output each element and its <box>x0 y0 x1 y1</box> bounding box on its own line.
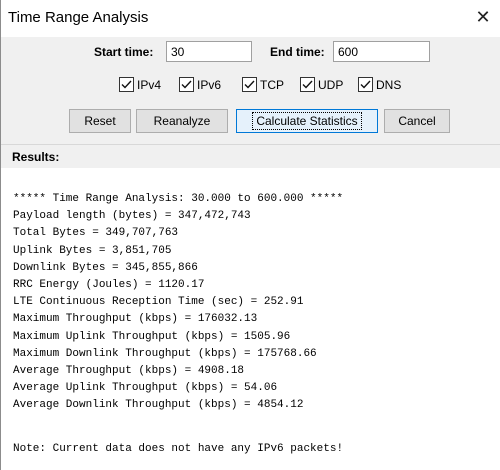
reset-button-label: Reset <box>84 114 116 128</box>
result-line: Average Throughput (kbps) = 4908.18 <box>13 364 245 377</box>
dialog-title: Time Range Analysis <box>8 9 149 26</box>
start-time-input[interactable] <box>166 41 252 62</box>
result-line: Average Downlink Throughput (kbps) = 485… <box>13 399 304 412</box>
result-line: ***** Time Range Analysis: 30.000 to 600… <box>13 193 344 205</box>
end-time-label: End time: <box>270 45 325 59</box>
filter-label: IPv6 <box>197 77 222 92</box>
checkbox-box[interactable] <box>300 77 315 92</box>
controls-panel: Start time: End time: IPv4IPv6TCPUDPDNS … <box>1 37 500 144</box>
filter-label: DNS <box>376 77 402 92</box>
start-time-label: Start time: <box>94 45 154 59</box>
title-bar: Time Range Analysis ✕ <box>1 0 500 37</box>
result-line: Downlink Bytes = 345,855,866 <box>13 261 198 274</box>
results-label: Results: <box>12 150 60 164</box>
checkmark-icon <box>360 80 371 89</box>
reanalyze-button[interactable]: Reanalyze <box>136 109 228 133</box>
end-time-input[interactable] <box>333 41 430 62</box>
time-range-analysis-dialog: Time Range Analysis ✕ Start time: End ti… <box>0 0 500 470</box>
result-line: Average Uplink Throughput (kbps) = 54.06 <box>13 382 278 395</box>
filter-dns-checkbox[interactable]: DNS <box>358 77 401 92</box>
checkbox-box[interactable] <box>242 77 257 92</box>
result-line: Maximum Downlink Throughput (kbps) = 175… <box>13 347 317 360</box>
filter-ipv4-checkbox[interactable]: IPv4 <box>119 77 161 92</box>
result-line: Payload length (bytes) = 347,472,743 <box>13 210 251 223</box>
reset-button[interactable]: Reset <box>69 109 131 133</box>
result-line: RRC Energy (Joules) = 1120.17 <box>13 278 205 291</box>
checkmark-icon <box>121 80 132 89</box>
cancel-button-label: Cancel <box>398 114 436 128</box>
results-output: ***** Time Range Analysis: 30.000 to 600… <box>13 191 496 414</box>
close-button[interactable]: ✕ <box>472 6 494 28</box>
result-line: Maximum Uplink Throughput (kbps) = 1505.… <box>13 330 291 343</box>
result-line: Maximum Throughput (kbps) = 176032.13 <box>13 313 258 326</box>
checkbox-box[interactable] <box>179 77 194 92</box>
filter-tcp-checkbox[interactable]: TCP <box>242 77 284 92</box>
filter-udp-checkbox[interactable]: UDP <box>300 77 343 92</box>
filter-label: IPv4 <box>137 77 162 92</box>
results-header: Results: <box>1 144 500 168</box>
checkmark-icon <box>302 80 313 89</box>
filter-ipv6-checkbox[interactable]: IPv6 <box>179 77 221 92</box>
cancel-button[interactable]: Cancel <box>384 109 450 133</box>
filter-label: TCP <box>260 77 284 92</box>
close-icon: ✕ <box>475 6 491 27</box>
result-line: Total Bytes = 349,707,763 <box>13 227 179 240</box>
result-line: Uplink Bytes = 3,851,705 <box>13 244 172 257</box>
result-line: LTE Continuous Reception Time (sec) = 25… <box>13 296 304 309</box>
checkmark-icon <box>244 80 255 89</box>
ipv6-note: Note: Current data does not have any IPv… <box>13 443 344 455</box>
calculate-statistics-button[interactable]: Calculate Statistics <box>236 109 378 133</box>
calculate-statistics-button-label: Calculate Statistics <box>252 112 362 130</box>
checkmark-icon <box>181 80 192 89</box>
checkbox-box[interactable] <box>358 77 373 92</box>
checkbox-box[interactable] <box>119 77 134 92</box>
reanalyze-button-label: Reanalyze <box>153 114 211 128</box>
filter-label: UDP <box>318 77 344 92</box>
